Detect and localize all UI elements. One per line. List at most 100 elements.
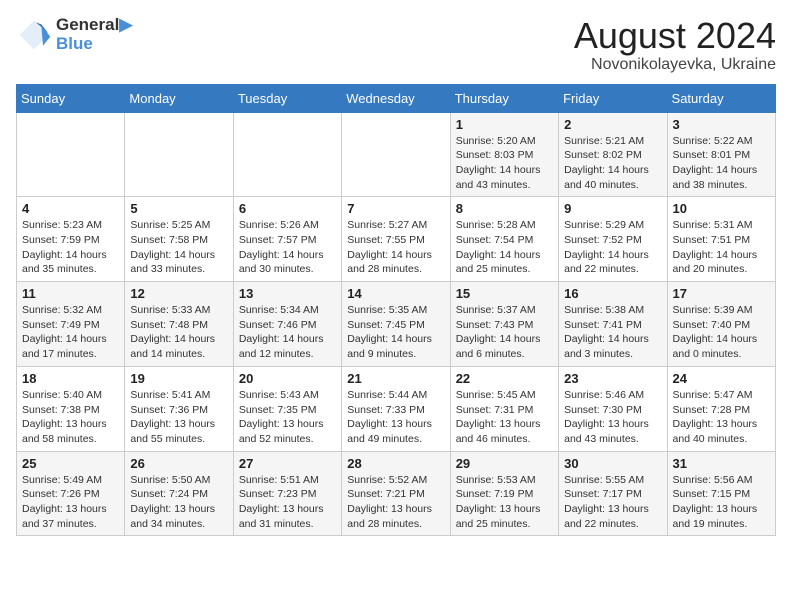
calendar-table: SundayMondayTuesdayWednesdayThursdayFrid… [16,84,776,537]
calendar-cell: 27 Sunrise: 5:51 AM Sunset: 7:23 PM Dayli… [233,451,341,536]
day-number: 21 [347,371,444,386]
page-header: General▶ Blue August 2024 Novonikolayevk… [16,16,776,74]
day-number: 19 [130,371,227,386]
calendar-body: 1 Sunrise: 5:20 AM Sunset: 8:03 PM Daylig… [17,112,776,536]
day-detail: Sunrise: 5:20 AM Sunset: 8:03 PM Dayligh… [456,134,553,193]
header-friday: Friday [559,84,667,112]
day-number: 24 [673,371,770,386]
day-number: 22 [456,371,553,386]
day-detail: Sunrise: 5:25 AM Sunset: 7:58 PM Dayligh… [130,218,227,277]
logo-text: General▶ Blue [56,16,132,53]
calendar-cell: 1 Sunrise: 5:20 AM Sunset: 8:03 PM Daylig… [450,112,558,197]
calendar-cell [233,112,341,197]
day-detail: Sunrise: 5:21 AM Sunset: 8:02 PM Dayligh… [564,134,661,193]
calendar-week-5: 25 Sunrise: 5:49 AM Sunset: 7:26 PM Dayli… [17,451,776,536]
day-detail: Sunrise: 5:55 AM Sunset: 7:17 PM Dayligh… [564,473,661,532]
day-detail: Sunrise: 5:46 AM Sunset: 7:30 PM Dayligh… [564,388,661,447]
calendar-cell: 13Sunrise: 5:34 AM Sunset: 7:46 PM Dayli… [233,282,341,367]
calendar-cell: 31 Sunrise: 5:56 AM Sunset: 7:15 PM Dayli… [667,451,775,536]
calendar-cell: 10Sunrise: 5:31 AM Sunset: 7:51 PM Dayli… [667,197,775,282]
calendar-cell: 11 Sunrise: 5:32 AM Sunset: 7:49 PM Dayli… [17,282,125,367]
day-detail: Sunrise: 5:44 AM Sunset: 7:33 PM Dayligh… [347,388,444,447]
day-detail: Sunrise: 5:35 AM Sunset: 7:45 PM Dayligh… [347,303,444,362]
day-number: 2 [564,117,661,132]
day-detail: Sunrise: 5:40 AM Sunset: 7:38 PM Dayligh… [22,388,119,447]
day-detail: Sunrise: 5:43 AM Sunset: 7:35 PM Dayligh… [239,388,336,447]
day-number: 29 [456,456,553,471]
day-number: 3 [673,117,770,132]
calendar-cell [17,112,125,197]
day-number: 16 [564,286,661,301]
calendar-cell: 22 Sunrise: 5:45 AM Sunset: 7:31 PM Dayli… [450,366,558,451]
calendar-cell: 26 Sunrise: 5:50 AM Sunset: 7:24 PM Dayli… [125,451,233,536]
day-detail: Sunrise: 5:47 AM Sunset: 7:28 PM Dayligh… [673,388,770,447]
day-detail: Sunrise: 5:29 AM Sunset: 7:52 PM Dayligh… [564,218,661,277]
calendar-cell: 7Sunrise: 5:27 AM Sunset: 7:55 PM Daylig… [342,197,450,282]
day-detail: Sunrise: 5:31 AM Sunset: 7:51 PM Dayligh… [673,218,770,277]
calendar-cell: 6 Sunrise: 5:26 AM Sunset: 7:57 PM Daylig… [233,197,341,282]
calendar-cell: 16Sunrise: 5:38 AM Sunset: 7:41 PM Dayli… [559,282,667,367]
calendar-cell: 19 Sunrise: 5:41 AM Sunset: 7:36 PM Dayli… [125,366,233,451]
main-title: August 2024 [574,16,776,56]
header-tuesday: Tuesday [233,84,341,112]
calendar-cell: 18Sunrise: 5:40 AM Sunset: 7:38 PM Dayli… [17,366,125,451]
day-number: 8 [456,201,553,216]
calendar-week-4: 18Sunrise: 5:40 AM Sunset: 7:38 PM Dayli… [17,366,776,451]
calendar-cell: 28Sunrise: 5:52 AM Sunset: 7:21 PM Dayli… [342,451,450,536]
calendar-cell: 17Sunrise: 5:39 AM Sunset: 7:40 PM Dayli… [667,282,775,367]
day-number: 28 [347,456,444,471]
day-number: 27 [239,456,336,471]
calendar-cell: 29Sunrise: 5:53 AM Sunset: 7:19 PM Dayli… [450,451,558,536]
day-number: 11 [22,286,119,301]
calendar-cell: 3 Sunrise: 5:22 AM Sunset: 8:01 PM Daylig… [667,112,775,197]
day-detail: Sunrise: 5:41 AM Sunset: 7:36 PM Dayligh… [130,388,227,447]
calendar-cell: 24 Sunrise: 5:47 AM Sunset: 7:28 PM Dayli… [667,366,775,451]
calendar-cell: 23Sunrise: 5:46 AM Sunset: 7:30 PM Dayli… [559,366,667,451]
title-block: August 2024 Novonikolayevka, Ukraine [574,16,776,74]
calendar-cell: 5 Sunrise: 5:25 AM Sunset: 7:58 PM Daylig… [125,197,233,282]
day-number: 15 [456,286,553,301]
day-detail: Sunrise: 5:27 AM Sunset: 7:55 PM Dayligh… [347,218,444,277]
day-detail: Sunrise: 5:26 AM Sunset: 7:57 PM Dayligh… [239,218,336,277]
day-detail: Sunrise: 5:28 AM Sunset: 7:54 PM Dayligh… [456,218,553,277]
calendar-cell: 9 Sunrise: 5:29 AM Sunset: 7:52 PM Daylig… [559,197,667,282]
calendar-cell: 30 Sunrise: 5:55 AM Sunset: 7:17 PM Dayli… [559,451,667,536]
day-number: 26 [130,456,227,471]
day-detail: Sunrise: 5:22 AM Sunset: 8:01 PM Dayligh… [673,134,770,193]
day-detail: Sunrise: 5:50 AM Sunset: 7:24 PM Dayligh… [130,473,227,532]
calendar-cell: 2 Sunrise: 5:21 AM Sunset: 8:02 PM Daylig… [559,112,667,197]
day-number: 9 [564,201,661,216]
calendar-cell: 21 Sunrise: 5:44 AM Sunset: 7:33 PM Dayli… [342,366,450,451]
day-number: 17 [673,286,770,301]
day-detail: Sunrise: 5:45 AM Sunset: 7:31 PM Dayligh… [456,388,553,447]
day-number: 25 [22,456,119,471]
calendar-cell: 14 Sunrise: 5:35 AM Sunset: 7:45 PM Dayli… [342,282,450,367]
calendar-week-1: 1 Sunrise: 5:20 AM Sunset: 8:03 PM Daylig… [17,112,776,197]
day-number: 14 [347,286,444,301]
calendar-cell: 20 Sunrise: 5:43 AM Sunset: 7:35 PM Dayli… [233,366,341,451]
day-detail: Sunrise: 5:56 AM Sunset: 7:15 PM Dayligh… [673,473,770,532]
calendar-cell: 4Sunrise: 5:23 AM Sunset: 7:59 PM Daylig… [17,197,125,282]
calendar-header-row: SundayMondayTuesdayWednesdayThursdayFrid… [17,84,776,112]
calendar-cell: 15 Sunrise: 5:37 AM Sunset: 7:43 PM Dayli… [450,282,558,367]
day-number: 31 [673,456,770,471]
calendar-cell: 25 Sunrise: 5:49 AM Sunset: 7:26 PM Dayli… [17,451,125,536]
day-number: 4 [22,201,119,216]
calendar-cell [125,112,233,197]
day-number: 12 [130,286,227,301]
logo-icon [16,17,52,53]
day-detail: Sunrise: 5:32 AM Sunset: 7:49 PM Dayligh… [22,303,119,362]
day-detail: Sunrise: 5:33 AM Sunset: 7:48 PM Dayligh… [130,303,227,362]
header-monday: Monday [125,84,233,112]
header-saturday: Saturday [667,84,775,112]
day-number: 30 [564,456,661,471]
calendar-week-2: 4Sunrise: 5:23 AM Sunset: 7:59 PM Daylig… [17,197,776,282]
day-number: 1 [456,117,553,132]
day-detail: Sunrise: 5:37 AM Sunset: 7:43 PM Dayligh… [456,303,553,362]
day-detail: Sunrise: 5:51 AM Sunset: 7:23 PM Dayligh… [239,473,336,532]
header-wednesday: Wednesday [342,84,450,112]
day-detail: Sunrise: 5:49 AM Sunset: 7:26 PM Dayligh… [22,473,119,532]
day-number: 5 [130,201,227,216]
day-number: 6 [239,201,336,216]
day-number: 20 [239,371,336,386]
